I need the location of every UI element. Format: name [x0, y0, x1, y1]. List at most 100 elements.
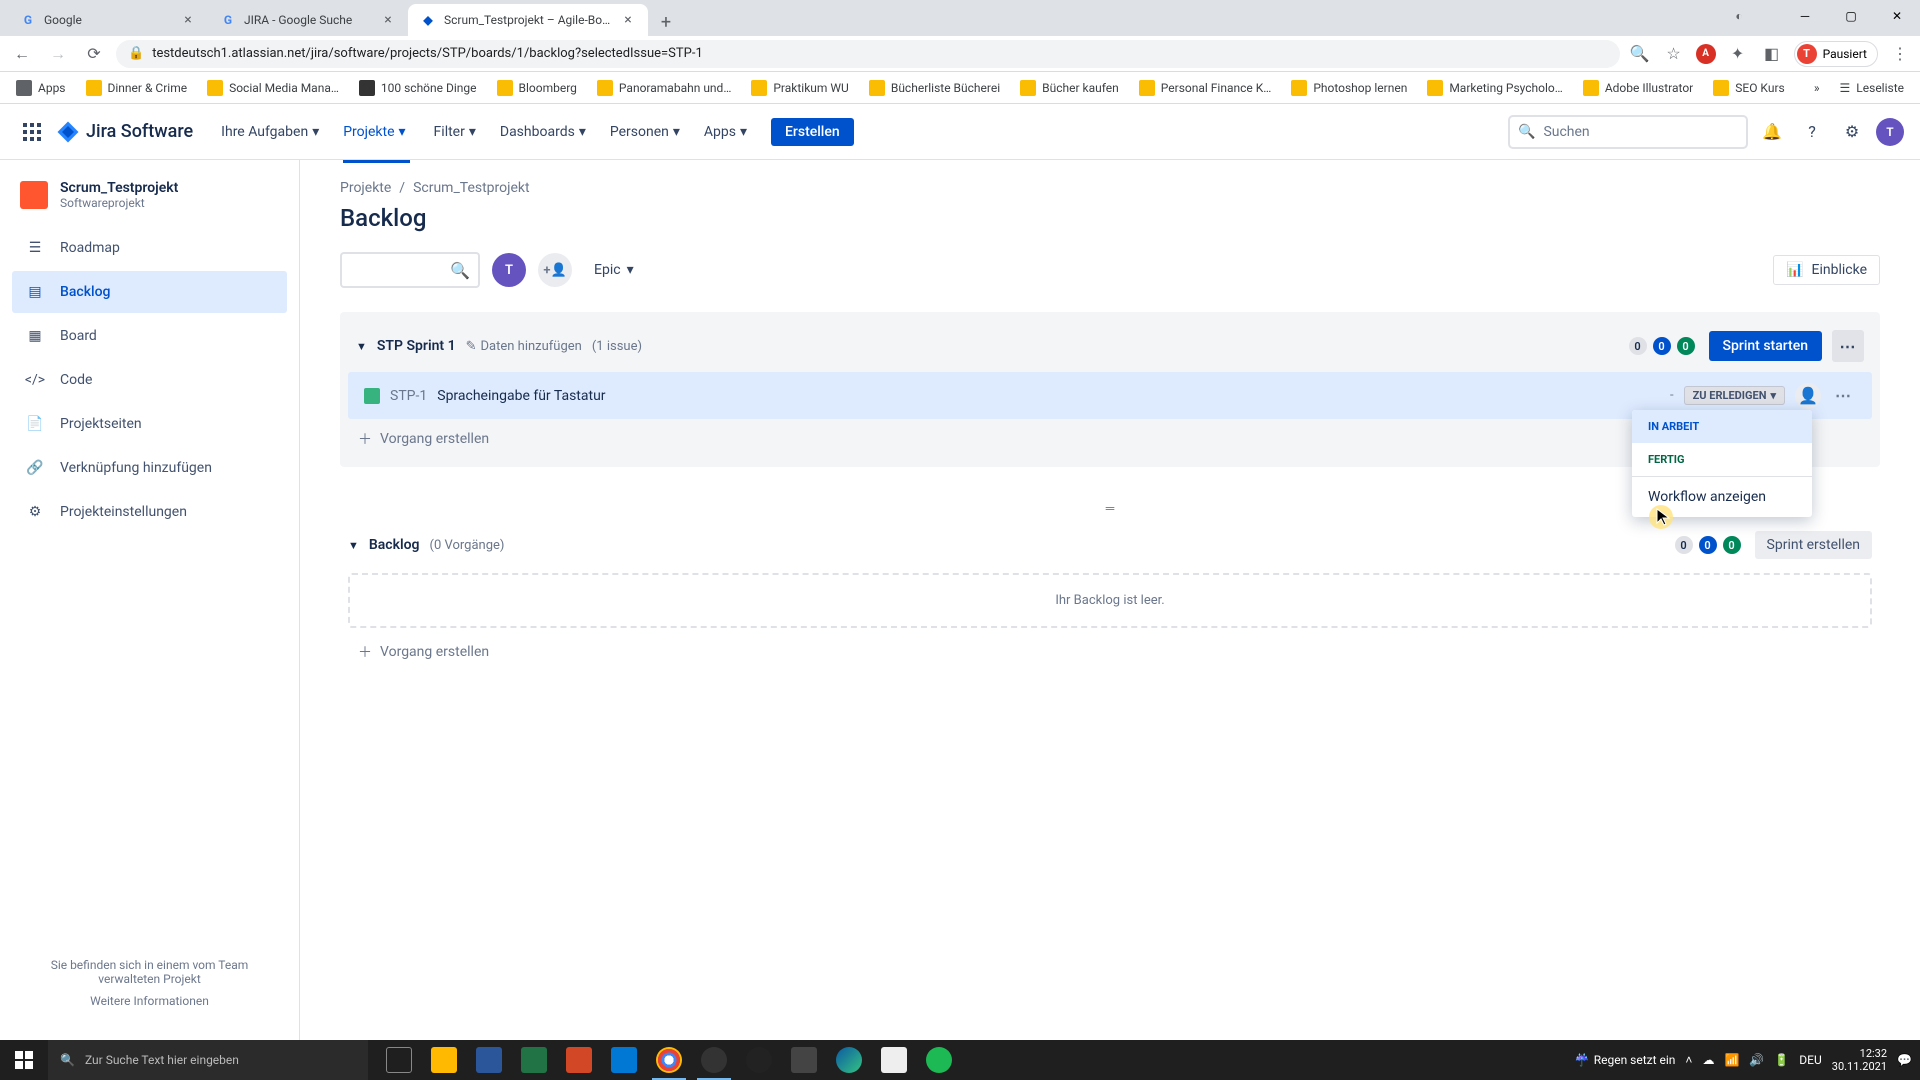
user-filter-avatar[interactable]: T [492, 253, 526, 287]
browser-tab[interactable]: G Google × [8, 4, 208, 36]
sidebar-item-code[interactable]: </>Code [12, 359, 287, 401]
adblock-icon[interactable]: A [1696, 44, 1716, 64]
bookmark-item[interactable]: Personal Finance K… [1131, 76, 1280, 100]
app-icon[interactable] [738, 1040, 780, 1080]
collapse-icon[interactable]: ▼ [348, 539, 359, 552]
sidebar-item-roadmap[interactable]: ☰Roadmap [12, 227, 287, 269]
word-icon[interactable] [468, 1040, 510, 1080]
extension-icon[interactable]: ◧ [1760, 42, 1784, 66]
issue-more-button[interactable]: ⋯ [1831, 382, 1856, 409]
bookmark-item[interactable]: Bücher kaufen [1012, 76, 1127, 100]
sprint-more-button[interactable]: ⋯ [1832, 330, 1864, 362]
backlog-search-input[interactable]: 🔍 [340, 252, 480, 288]
weather-widget[interactable]: ☔Regen setzt ein [1575, 1053, 1676, 1067]
reload-button[interactable]: ⟳ [80, 40, 108, 68]
tray-expand-icon[interactable]: ˄ [1685, 1053, 1692, 1067]
app-icon[interactable] [783, 1040, 825, 1080]
close-window-button[interactable]: ✕ [1874, 0, 1920, 32]
issue-status-dropdown[interactable]: ZU ERLEDIGEN ▾ [1684, 386, 1785, 405]
clock[interactable]: 12:32 30.11.2021 [1832, 1047, 1887, 1073]
start-button[interactable] [0, 1040, 48, 1080]
star-icon[interactable]: ☆ [1662, 42, 1686, 66]
profile-avatar[interactable]: T [1876, 118, 1904, 146]
add-people-button[interactable]: +👤 [538, 253, 572, 287]
apps-bookmark[interactable]: Apps [8, 76, 74, 100]
project-header[interactable]: Scrum_Testprojekt Softwareprojekt [12, 180, 287, 226]
wifi-icon[interactable]: 📶 [1724, 1053, 1739, 1067]
language-indicator[interactable]: DEU [1799, 1053, 1821, 1067]
issue-key[interactable]: STP-1 [390, 388, 427, 404]
taskbar-search[interactable]: 🔍 Zur Suche Text hier eingeben [48, 1040, 368, 1080]
sidebar-footer-link[interactable]: Weitere Informationen [24, 994, 275, 1008]
notifications-icon[interactable]: 💬 [1897, 1053, 1912, 1067]
bookmark-item[interactable]: Social Media Mana… [199, 76, 347, 100]
nav-apps[interactable]: Apps ▾ [696, 118, 755, 146]
volume-icon[interactable]: 🔊 [1749, 1053, 1764, 1067]
add-dates-button[interactable]: ✎Daten hinzufügen [466, 339, 582, 354]
nav-projects[interactable]: Projekte ▾ [335, 118, 417, 146]
insights-button[interactable]: 📊Einblicke [1773, 255, 1880, 285]
sidebar-item-board[interactable]: ▦Board [12, 315, 287, 357]
create-sprint-button[interactable]: Sprint erstellen [1755, 531, 1872, 559]
back-button[interactable]: ← [8, 40, 36, 68]
sidebar-item-pages[interactable]: 📄Projektseiten [12, 403, 287, 445]
bookmark-item[interactable]: SEO Kurs [1705, 76, 1792, 100]
epic-filter[interactable]: Epic ▾ [584, 256, 644, 284]
breadcrumb-projects[interactable]: Projekte [340, 180, 391, 196]
obs-icon[interactable] [693, 1040, 735, 1080]
url-input[interactable]: 🔒 testdeutsch1.atlassian.net/jira/softwa… [116, 40, 1620, 68]
sidebar-item-backlog[interactable]: ▤Backlog [12, 271, 287, 313]
collapse-icon[interactable]: ▼ [356, 340, 367, 353]
reading-list-button[interactable]: ☰Leseliste [1832, 77, 1912, 99]
outlook-icon[interactable] [603, 1040, 645, 1080]
menu-icon[interactable]: ⋮ [1888, 42, 1912, 66]
bookmark-item[interactable]: 100 schöne Dinge [351, 76, 485, 100]
help-icon[interactable]: ? [1796, 116, 1828, 148]
nav-filters[interactable]: Filter ▾ [426, 118, 484, 146]
bookmark-item[interactable]: Bloomberg [489, 76, 585, 100]
edge-icon[interactable] [828, 1040, 870, 1080]
extensions-icon[interactable]: ✦ [1726, 42, 1750, 66]
chrome-icon[interactable] [648, 1040, 690, 1080]
nav-dashboards[interactable]: Dashboards ▾ [492, 118, 594, 146]
sidebar-item-add-link[interactable]: 🔗Verknüpfung hinzufügen [12, 447, 287, 489]
nav-your-work[interactable]: Ihre Aufgaben ▾ [213, 118, 327, 146]
assignee-avatar[interactable]: 👤 [1795, 383, 1821, 409]
powerpoint-icon[interactable] [558, 1040, 600, 1080]
minimize-button[interactable]: ─ [1782, 0, 1828, 32]
battery-icon[interactable]: 🔋 [1774, 1053, 1789, 1067]
view-workflow-button[interactable]: Workflow anzeigen [1632, 477, 1812, 517]
close-icon[interactable]: × [180, 12, 196, 28]
zoom-icon[interactable]: 🔍 [1628, 42, 1652, 66]
profile-chip[interactable]: T Pausiert [1794, 41, 1878, 67]
onedrive-icon[interactable]: ☁ [1702, 1053, 1714, 1067]
sprint-name[interactable]: STP Sprint 1 [377, 338, 456, 354]
issue-row[interactable]: STP-1 Spracheingabe für Tastatur - ZU ER… [348, 372, 1872, 419]
notepad-icon[interactable] [873, 1040, 915, 1080]
bookmark-item[interactable]: Photoshop lernen [1283, 76, 1415, 100]
new-tab-button[interactable]: + [652, 8, 680, 36]
create-button[interactable]: Erstellen [771, 118, 854, 146]
breadcrumb-project[interactable]: Scrum_Testprojekt [413, 180, 530, 196]
forward-button[interactable]: → [44, 40, 72, 68]
bookmark-item[interactable]: Praktikum WU [743, 76, 856, 100]
bookmark-item[interactable]: Bücherliste Bücherei [861, 76, 1008, 100]
nav-people[interactable]: Personen ▾ [602, 118, 688, 146]
task-view-icon[interactable] [378, 1040, 420, 1080]
notifications-icon[interactable]: 🔔 [1756, 116, 1788, 148]
explorer-icon[interactable] [423, 1040, 465, 1080]
browser-tab[interactable]: G JIRA - Google Suche × [208, 4, 408, 36]
bookmark-item[interactable]: Adobe Illustrator [1575, 76, 1701, 100]
app-switcher-icon[interactable] [16, 116, 48, 148]
start-sprint-button[interactable]: Sprint starten [1709, 331, 1822, 361]
bookmark-item[interactable]: Panoramabahn und… [589, 76, 739, 100]
spotify-icon[interactable] [918, 1040, 960, 1080]
sidebar-item-settings[interactable]: ⚙Projekteinstellungen [12, 491, 287, 533]
maximize-button[interactable]: ▢ [1828, 0, 1874, 32]
global-search-input[interactable]: 🔍 Suchen [1508, 115, 1748, 149]
excel-icon[interactable] [513, 1040, 555, 1080]
bookmark-overflow[interactable]: » [1806, 77, 1828, 99]
settings-icon[interactable]: ⚙ [1836, 116, 1868, 148]
browser-tab-active[interactable]: ◆ Scrum_Testprojekt – Agile-Board × [408, 4, 648, 36]
jira-logo[interactable]: Jira Software [56, 120, 193, 144]
